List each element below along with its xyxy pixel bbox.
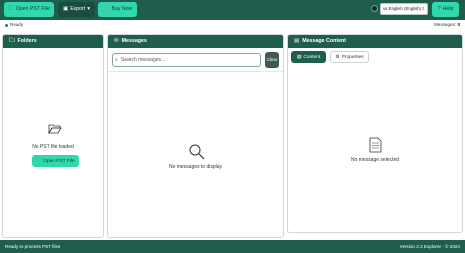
content-tab-icon: ▤ [296,54,302,60]
messages-count: Messages: 0 [434,22,460,27]
top-toolbar: 🗀 Open PST File ▣ Export ▾ 🛒 Buy Now us … [0,0,465,20]
buy-now-label: Buy Now [111,6,133,12]
export-label: Export [70,6,86,12]
cart-icon: 🛒 [102,5,110,12]
globe-icon [371,5,378,12]
content-empty-text: No message selected [350,157,400,163]
select-caret-icon: ⇕ [421,6,425,11]
search-icon: ⌕ [115,57,118,63]
open-pst-button-secondary[interactable]: 🗀 Open PST File [32,155,79,167]
magnifier-icon [189,144,205,160]
help-label: Help [442,6,454,12]
status-ready: Ready [10,22,24,27]
messages-count-value: 0 [457,22,460,27]
messages-panel: ✉ Messages ⌕ Search messages... Clear No… [107,34,284,238]
tab-properties-label: Properties [341,54,364,60]
folders-panel: 🗀 Folders No PST file loaded 🗀 Open PST … [2,34,104,238]
folder-icon: 🗀 [9,38,15,44]
folders-title: Folders [17,38,37,44]
content-title: Message Content [302,38,347,44]
content-header: ▤ Message Content [288,35,462,48]
help-button[interactable]: ? Help [432,2,459,17]
envelope-icon: ✉ [114,38,119,44]
footer-status: Ready to process PST files [5,244,61,249]
status-line: Ready Messages: 0 [0,20,465,31]
open-pst-secondary-label: Open PST File [43,158,75,164]
folders-header: 🗀 Folders [3,35,103,48]
language-value: us English (English) [383,6,421,11]
messages-title: Messages [121,38,147,44]
folder-open-icon: 🗀 [8,5,14,12]
folder-open-icon: 🗀 [36,158,42,163]
search-input[interactable]: ⌕ Search messages... [112,53,261,67]
help-icon: ? [437,5,441,12]
export-dropdown-button[interactable]: ▣ Export ▾ [58,2,95,17]
footer-bar: Ready to process PST files Version 2.3 E… [0,240,465,253]
gear-icon: ⚙ [335,54,340,60]
search-placeholder: Search messages... [121,57,166,63]
footer-version: Version 2.3 Explorer · © 2024 [399,244,460,249]
buy-now-button[interactable]: 🛒 Buy Now [98,2,137,17]
open-pst-label: Open PST File [15,6,50,12]
open-pst-button[interactable]: 🗀 Open PST File [4,2,54,17]
tab-content[interactable]: ▤ Content [291,51,326,63]
language-select[interactable]: us English (English) ⇕ [380,3,428,15]
message-content-panel: ▤ Message Content ▤ Content ⚙ Properties… [287,34,463,233]
messages-header: ✉ Messages [108,35,283,48]
messages-empty-text: No messages to display [168,164,223,170]
clear-button[interactable]: Clear [265,52,279,68]
folders-empty-text: No PST file loaded [32,144,74,150]
content-icon: ▤ [294,38,300,44]
folder-open-icon [48,124,62,134]
document-icon [369,137,382,153]
export-icon: ▣ [63,5,69,12]
tab-content-label: Content [303,54,321,60]
messages-count-label: Messages: [433,22,457,27]
chevron-down-icon: ▾ [87,5,90,12]
tab-properties[interactable]: ⚙ Properties [330,51,369,63]
status-dot [5,24,8,27]
divider [108,71,283,72]
